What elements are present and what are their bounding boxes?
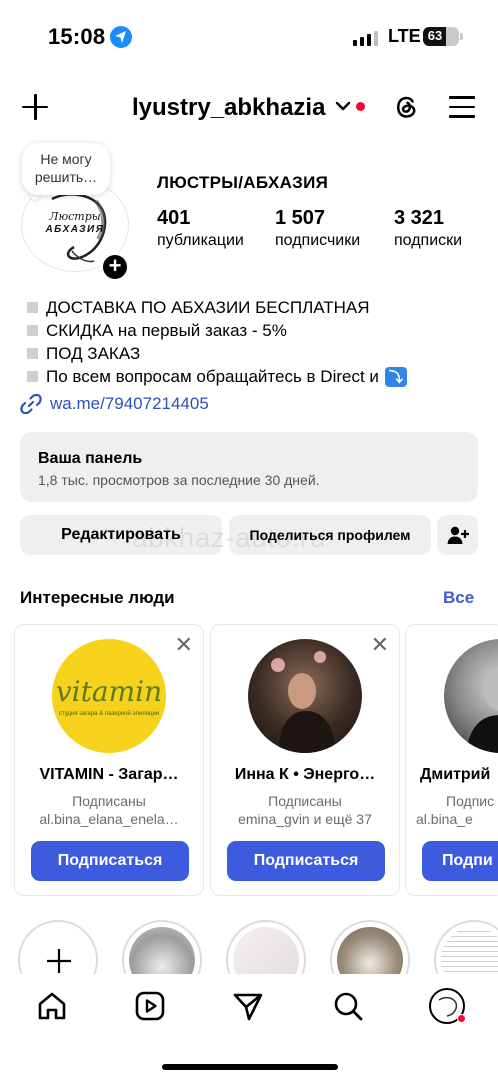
create-plus-icon[interactable] [22,94,48,120]
suggested-name[interactable]: Дмитрий [420,766,498,784]
bio-line: По всем вопросам обращайтесь в Direct и ⤵ [27,365,407,388]
suggested-card[interactable]: ✕ Инна К • Энерго… Подписаны emina_gvin … [210,624,400,896]
suggested-title: Интересные люди [20,588,175,607]
bullet-square-icon [27,325,38,336]
vitamin-logo-sub: студия загара & лазерной эпиляции [58,711,160,717]
signal-icon [353,30,378,46]
stat-posts-label: публикации [157,232,244,249]
suggested-card[interactable]: Дмитрий Подпис al.bina_e Подпи [405,624,498,896]
bio-link[interactable]: wa.me/79407214405 [20,393,209,415]
menu-icon[interactable] [449,96,475,118]
arrow-down-right-icon: ⤵ [384,366,407,387]
followed-by-label: Подписаны [268,793,342,809]
followed-by-names: al.bina_e [416,811,473,827]
note-bubble[interactable]: Не могу решить… [22,143,110,195]
location-arrow-icon [110,26,132,48]
chevron-down-icon[interactable] [335,100,351,112]
profile-name: ЛЮСТРЫ/АБХАЗИЯ [157,173,329,192]
threads-icon[interactable] [391,92,421,122]
close-icon[interactable]: ✕ [371,634,389,656]
stat-followers-value: 1 507 [275,207,326,229]
see-all-link[interactable]: Все [443,588,474,608]
add-person-icon [447,526,469,544]
battery-tip [460,33,463,40]
stat-posts-value: 401 [157,207,191,229]
followed-by-label: Подписаны [72,793,146,809]
profile-notification-dot [457,1014,466,1023]
followed-by-names: al.bina_elana_enela… [39,811,179,827]
watermark: abkhaz-auto.ru [132,522,326,553]
bio-text: ПОД ЗАКАЗ [46,344,141,363]
followed-by-names: emina_gvin и ещё 37 [238,811,372,827]
avatar-logo-line2: АБХАЗИЯ [45,224,105,235]
vitamin-logo-text: vitamin [55,675,163,708]
home-indicator[interactable] [162,1064,338,1070]
follow-button[interactable]: Подписаться [227,841,385,881]
bio-text: По всем вопросам обращайтесь в Direct и [46,367,379,386]
dashboard-subtitle: 1,8 тыс. просмотров за последние 30 дней… [38,472,320,488]
suggested-avatar[interactable] [444,639,498,753]
suggested-avatar[interactable]: vitamin студия загара & лазерной эпиляци… [52,639,166,753]
bullet-square-icon [27,348,38,359]
dashboard-title: Ваша панель [38,450,143,467]
bullet-square-icon [27,302,38,313]
stat-followers-label: подписчики [275,232,361,249]
follow-button[interactable]: Подпи [422,841,498,881]
bio-line: СКИДКА на первый заказ - 5% [27,319,407,342]
professional-dashboard[interactable]: Ваша панель 1,8 тыс. просмотров за после… [20,432,478,502]
home-icon[interactable] [36,990,68,1022]
bio-link-text[interactable]: wa.me/79407214405 [50,394,209,414]
link-icon [20,393,42,415]
network-type: LTE [388,26,421,46]
stat-following-label: подписки [394,232,463,249]
direct-icon[interactable] [232,990,264,1022]
notification-dot [356,102,365,111]
discover-people-button[interactable] [437,515,478,555]
bio-text: ДОСТАВКА ПО АБХАЗИИ БЕСПЛАТНАЯ [46,298,370,317]
add-story-plus-icon[interactable]: + [100,252,130,282]
profile-bio: ДОСТАВКА ПО АБХАЗИИ БЕСПЛАТНАЯ СКИДКА на… [27,296,407,388]
bullet-square-icon [27,371,38,382]
account-switcher[interactable]: lyustry_abkhazia [132,94,325,122]
follow-button[interactable]: Подписаться [31,841,189,881]
stat-following[interactable]: 3 321 подписки [394,207,462,250]
reels-icon[interactable] [134,990,166,1022]
plus-icon [47,949,71,973]
battery-icon: 63 [423,27,459,46]
close-icon[interactable]: ✕ [175,634,193,656]
search-icon[interactable] [332,990,364,1022]
bio-line: ДОСТАВКА ПО АБХАЗИИ БЕСПЛАТНАЯ [27,296,407,319]
avatar-logo-line1: Люстры [49,210,101,223]
suggested-avatar[interactable] [248,639,362,753]
stat-followers[interactable]: 1 507 подписчики [275,207,360,250]
suggested-name[interactable]: VITAMIN - Загар… [23,766,195,784]
stat-posts[interactable]: 401 публикации [157,207,244,250]
status-time: 15:08 [48,24,106,49]
suggested-name[interactable]: Инна К • Энерго… [219,766,391,784]
followed-by-label: Подпис [446,793,495,809]
stat-following-value: 3 321 [394,207,445,229]
battery-level: 63 [427,28,443,43]
suggested-card[interactable]: ✕ vitamin студия загара & лазерной эпиля… [14,624,204,896]
bio-line: ПОД ЗАКАЗ [27,342,407,365]
bio-text: СКИДКА на первый заказ - 5% [46,321,287,340]
